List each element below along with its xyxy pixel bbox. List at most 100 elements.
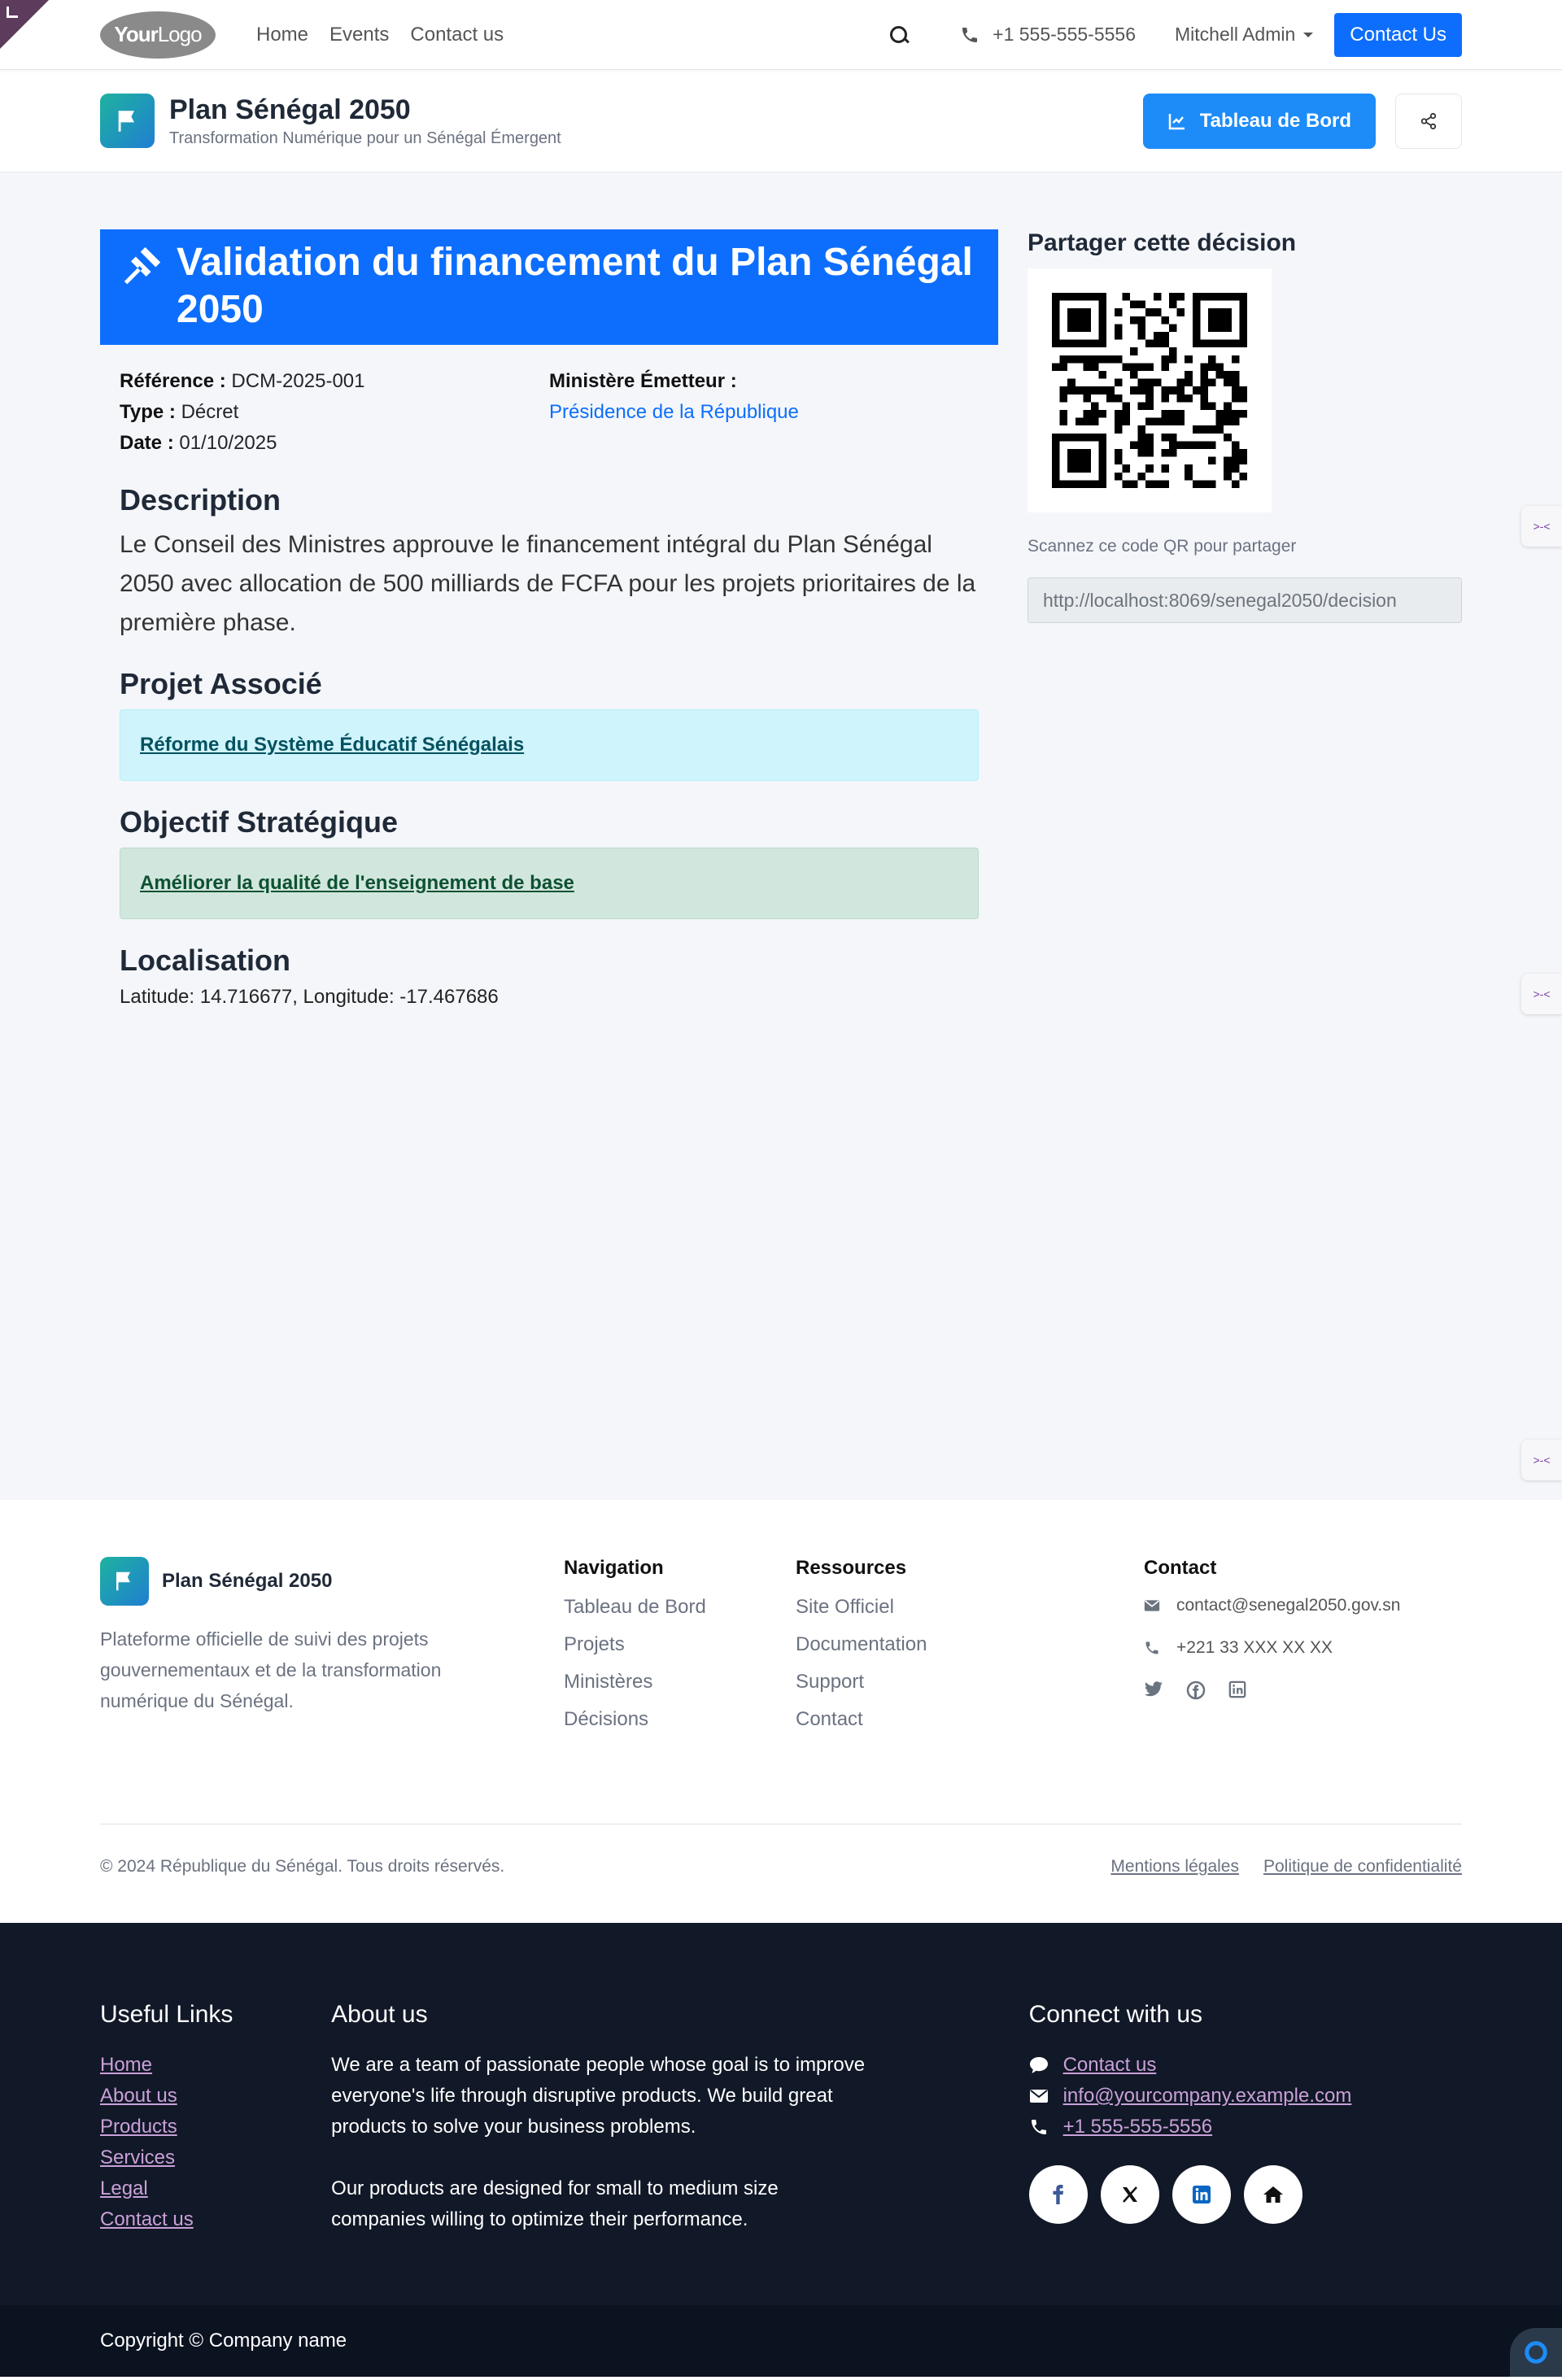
- side-widget-tab-2[interactable]: >-<: [1521, 974, 1562, 1014]
- footer-nav-heading: Navigation: [564, 1557, 664, 1579]
- company-copyright: Copyright © Company name: [100, 2330, 347, 2352]
- footer-copyright: © 2024 République du Sénégal. Tous droit…: [100, 1857, 505, 1876]
- footer-bottom-bar: © 2024 République du Sénégal. Tous droit…: [100, 1824, 1462, 1877]
- objective-link[interactable]: Améliorer la qualité de l'enseignement d…: [120, 848, 979, 919]
- decision-detail: Validation du financement du Plan Sénéga…: [100, 229, 998, 1500]
- chat-bubble-icon: [1029, 2057, 1048, 2073]
- qr-caption: Scannez ce code QR pour partager: [1028, 537, 1297, 556]
- footer-flag-icon: [100, 1557, 149, 1606]
- project-heading: Projet Associé: [120, 667, 322, 700]
- decision-title: Validation du financement du Plan Sénéga…: [177, 241, 973, 331]
- top-navbar: Your Logo Home Events Contact us +1 555-5…: [0, 0, 1562, 70]
- main-menu: Home Events Contact us: [256, 24, 504, 46]
- about-us-paragraph-1: We are a team of passionate people whose…: [331, 2054, 866, 2138]
- side-widget-tab-1[interactable]: >-<: [1521, 506, 1562, 547]
- share-url-field[interactable]: [1028, 578, 1462, 623]
- legal-notice-link[interactable]: Mentions légales: [1110, 1857, 1239, 1877]
- footer-link-ministries[interactable]: Ministères: [564, 1671, 796, 1693]
- chevron-down-icon: [1303, 32, 1314, 37]
- app-title[interactable]: Plan Sénégal 2050: [169, 94, 561, 126]
- connect-contact-link[interactable]: Contact us: [1063, 2050, 1157, 2081]
- footer-link-documentation[interactable]: Documentation: [796, 1633, 1144, 1656]
- chat-widget-button[interactable]: [1510, 2328, 1562, 2377]
- reference-label: Référence :: [120, 370, 226, 392]
- useful-link-legal[interactable]: Legal: [100, 2173, 331, 2204]
- envelope-icon: [1144, 1600, 1160, 1611]
- copyright-bar: Copyright © Company name: [0, 2305, 1562, 2377]
- connect-phone-row[interactable]: +1 555-555-5556: [1029, 2112, 1462, 2142]
- footer-link-support[interactable]: Support: [796, 1671, 1144, 1693]
- side-widget-tab-3[interactable]: >-<: [1521, 1440, 1562, 1480]
- phone-icon: [962, 27, 978, 42]
- linkedin-button[interactable]: [1172, 2165, 1231, 2224]
- phone-icon: [1145, 1641, 1158, 1654]
- share-icon: [1420, 112, 1437, 129]
- footer-phone[interactable]: +221 33 XXX XX XX: [1176, 1638, 1333, 1658]
- home-button[interactable]: [1243, 2165, 1302, 2224]
- corner-arrow-icon: [7, 7, 18, 18]
- type-label: Type :: [120, 401, 176, 423]
- connect-heading: Connect with us: [1028, 2001, 1203, 2028]
- objective-heading: Objectif Stratégique: [120, 805, 399, 839]
- home-icon: [1263, 2186, 1283, 2203]
- connect-email-link[interactable]: info@yourcompany.example.com: [1063, 2081, 1352, 2112]
- connect-email-row[interactable]: info@yourcompany.example.com: [1029, 2081, 1462, 2112]
- about-us-heading: About us: [331, 2001, 428, 2028]
- useful-link-contact[interactable]: Contact us: [100, 2204, 331, 2235]
- description-heading: Description: [120, 483, 281, 517]
- ministry-link[interactable]: Présidence de la République: [549, 397, 979, 428]
- nav-contact[interactable]: Contact us: [410, 24, 504, 46]
- connect-contact-row[interactable]: Contact us: [1029, 2050, 1462, 2081]
- navbar-right: +1 555-555-5556 Mitchell Admin Contact U…: [888, 12, 1462, 57]
- flag-logo-icon[interactable]: [100, 94, 155, 148]
- location-heading: Localisation: [120, 944, 291, 977]
- facebook-icon[interactable]: [1186, 1680, 1206, 1700]
- app-header: Plan Sénégal 2050 Transformation Numériq…: [0, 70, 1562, 172]
- navbar-phone[interactable]: +1 555-555-5556: [960, 24, 1136, 46]
- useful-link-services[interactable]: Services: [100, 2142, 331, 2173]
- envelope-icon: [1029, 2090, 1048, 2103]
- logo-text-bold: Your: [114, 22, 158, 46]
- footer-link-contact[interactable]: Contact: [796, 1708, 1144, 1731]
- footer-email[interactable]: contact@senegal2050.gov.sn: [1176, 1596, 1400, 1615]
- linkedin-icon[interactable]: [1228, 1680, 1246, 1698]
- connect-phone-link[interactable]: +1 555-555-5556: [1063, 2112, 1213, 2142]
- decision-title-bar: Validation du financement du Plan Sénéga…: [100, 229, 998, 345]
- footer-resources-heading: Ressources: [796, 1557, 907, 1579]
- x-logo-icon: [1122, 2186, 1137, 2203]
- date-label: Date :: [120, 432, 174, 454]
- gavel-icon: [124, 246, 161, 285]
- nav-events[interactable]: Events: [329, 24, 389, 46]
- nav-home[interactable]: Home: [256, 24, 308, 46]
- linkedin-icon: [1192, 2186, 1211, 2203]
- qr-code: [1028, 268, 1272, 512]
- user-menu[interactable]: Mitchell Admin: [1175, 24, 1314, 46]
- useful-link-products[interactable]: Products: [100, 2112, 331, 2142]
- site-logo[interactable]: Your Logo: [100, 11, 216, 59]
- x-button[interactable]: [1100, 2165, 1159, 2224]
- company-footer: Useful Links Home About us Products Serv…: [0, 1923, 1562, 2305]
- project-link[interactable]: Réforme du Système Éducatif Sénégalais: [120, 709, 979, 781]
- footer-link-projects[interactable]: Projets: [564, 1633, 796, 1656]
- privacy-policy-link[interactable]: Politique de confidentialité: [1263, 1857, 1462, 1877]
- share-button[interactable]: [1395, 93, 1462, 149]
- useful-link-home[interactable]: Home: [100, 2050, 331, 2081]
- useful-link-about[interactable]: About us: [100, 2081, 331, 2112]
- facebook-button[interactable]: [1028, 2165, 1088, 2224]
- footer-about-text: Plateforme officielle de suivi des proje…: [100, 1628, 442, 1711]
- footer-link-official-site[interactable]: Site Officiel: [796, 1596, 1144, 1619]
- logo-text-thin: Logo: [157, 22, 203, 46]
- twitter-icon[interactable]: [1144, 1680, 1163, 1698]
- app-subtitle: Transformation Numérique pour un Sénégal…: [169, 129, 561, 147]
- location-text: Latitude: 14.716677, Longitude: -17.4676…: [120, 986, 499, 1008]
- main-content: Validation du financement du Plan Sénéga…: [0, 172, 1562, 1500]
- footer-link-decisions[interactable]: Décisions: [564, 1708, 796, 1731]
- footer-link-dashboard[interactable]: Tableau de Bord: [564, 1596, 796, 1619]
- decision-meta: Référence : DCM-2025-001 Type : Décret D…: [100, 345, 998, 459]
- search-icon[interactable]: [888, 24, 910, 46]
- footer-brand-name: Plan Sénégal 2050: [162, 1570, 333, 1592]
- contact-us-button[interactable]: Contact Us: [1334, 12, 1462, 57]
- facebook-icon: [1053, 2185, 1063, 2204]
- footer-contact-heading: Contact: [1144, 1557, 1217, 1579]
- dashboard-button[interactable]: Tableau de Bord: [1142, 93, 1376, 149]
